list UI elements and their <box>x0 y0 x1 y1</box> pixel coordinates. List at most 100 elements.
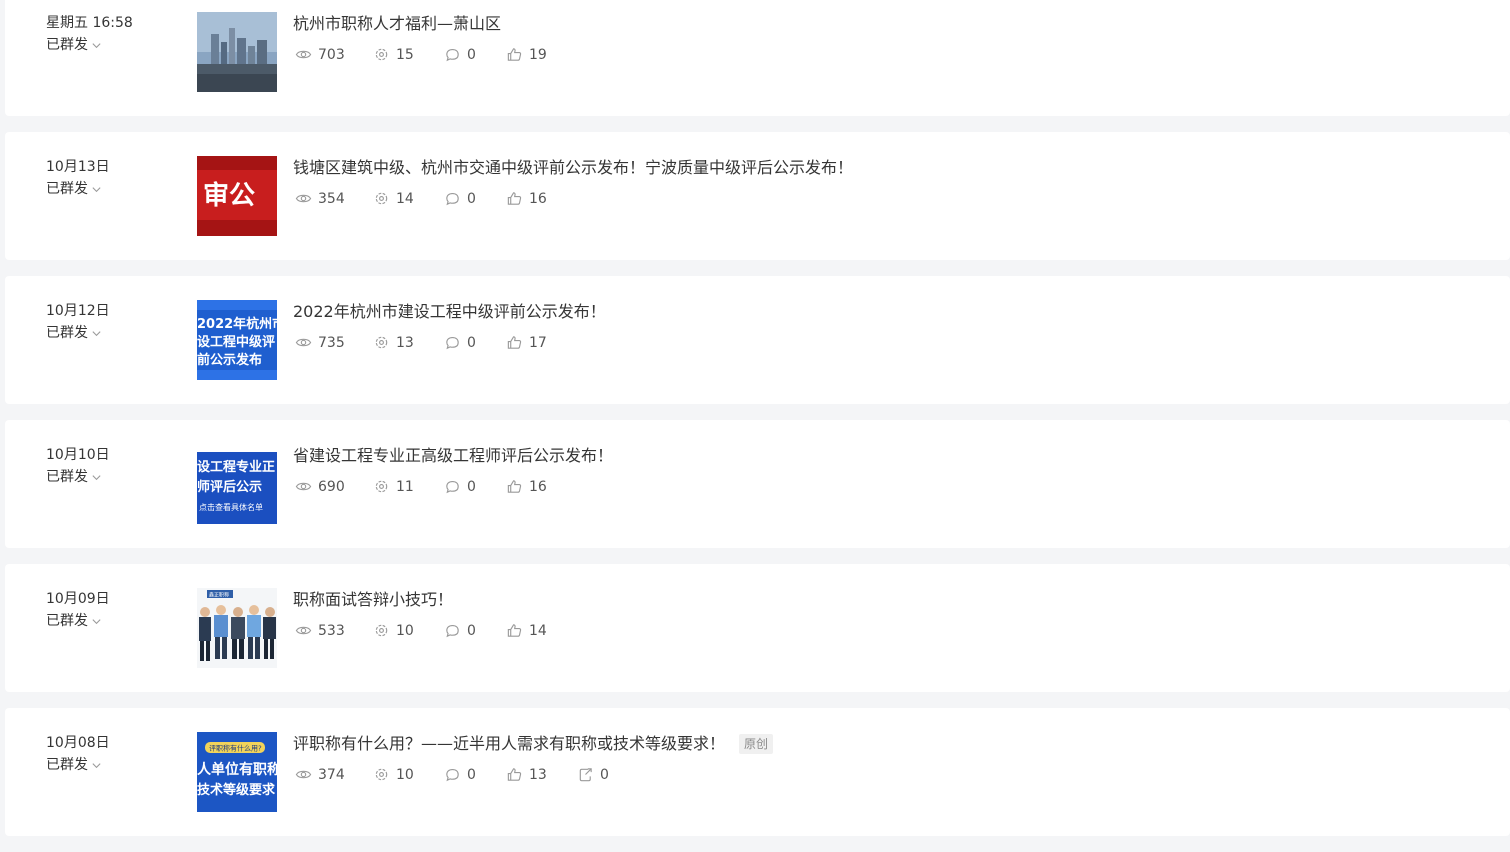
article-stats: 690 11 0 16 <box>295 478 577 495</box>
stat-likes: 19 <box>506 46 577 63</box>
thumbnail-text: 前公示发布 <box>197 352 262 368</box>
share-gear-icon <box>375 768 388 781</box>
shares-count: 15 <box>396 46 414 63</box>
comments-count: 0 <box>467 478 476 495</box>
stat-shares: 10 <box>373 766 444 783</box>
article-stats: 533 10 0 14 <box>295 622 577 639</box>
stat-shares: 13 <box>373 334 444 351</box>
stat-comments: 0 <box>444 766 506 783</box>
likes-count: 13 <box>529 766 547 783</box>
publish-status[interactable]: 已群发 <box>46 180 102 198</box>
article-stats: 354 14 0 16 <box>295 190 577 207</box>
chevron-down-icon <box>92 618 101 624</box>
status-label: 已群发 <box>46 37 88 53</box>
stat-comments: 0 <box>444 190 506 207</box>
eye-icon <box>295 50 312 59</box>
article-title[interactable]: 杭州市职称人才福利—萧山区 <box>293 13 501 35</box>
thumb-up-icon <box>507 768 522 781</box>
stat-views: 354 <box>295 190 373 207</box>
article-stats: 703 15 0 19 <box>295 46 577 63</box>
article-thumbnail[interactable]: 设工程专业正 师评后公示 点击查看具体名单 <box>197 444 277 524</box>
comments-count: 0 <box>467 190 476 207</box>
likes-count: 16 <box>529 190 547 207</box>
thumbnail-text: 2022年杭州市 <box>197 316 277 332</box>
share-gear-icon <box>375 480 388 493</box>
views-count: 703 <box>318 46 345 63</box>
article-card[interactable]: 10月13日 已群发 审公 钱塘区建筑中级、杭州市交通中级评前公示发布！宁波质量… <box>5 132 1510 260</box>
likes-count: 14 <box>529 622 547 639</box>
article-title[interactable]: 职称面试答辩小技巧！ <box>293 589 453 611</box>
stat-forwards: 0 <box>577 766 617 783</box>
article-stats: 374 10 0 13 0 <box>295 766 617 783</box>
views-count: 374 <box>318 766 345 783</box>
article-title[interactable]: 钱塘区建筑中级、杭州市交通中级评前公示发布！宁波质量中级评后公示发布！ <box>293 157 853 179</box>
publish-status[interactable]: 已群发 <box>46 612 102 630</box>
views-count: 354 <box>318 190 345 207</box>
eye-icon <box>295 194 312 203</box>
publish-date: 10月13日 <box>46 159 110 175</box>
article-thumbnail[interactable]: 2022年杭州市 设工程中级评 前公示发布 <box>197 300 277 380</box>
comments-count: 0 <box>467 622 476 639</box>
eye-icon <box>295 338 312 347</box>
eye-icon <box>295 482 312 491</box>
thumbnail-text: 鑫正职称 <box>209 592 229 599</box>
thumbnail-text: 师评后公示 <box>197 479 262 495</box>
stat-likes: 16 <box>506 478 577 495</box>
shares-count: 11 <box>396 478 414 495</box>
thumb-up-icon <box>507 192 522 205</box>
shares-count: 13 <box>396 334 414 351</box>
thumbnail-text: 评职称有什么用? <box>209 744 262 753</box>
stat-likes: 14 <box>506 622 577 639</box>
article-thumbnail[interactable]: 评职称有什么用? 人单位有职称 技术等级要求 <box>197 732 277 812</box>
publish-status[interactable]: 已群发 <box>46 756 102 774</box>
publish-date: 10月12日 <box>46 303 110 319</box>
article-card[interactable]: 星期五 16:58 已群发 杭州市职称人才福利—萧山区 703 15 0 19 <box>5 0 1510 116</box>
stat-shares: 14 <box>373 190 444 207</box>
views-count: 690 <box>318 478 345 495</box>
article-title[interactable]: 评职称有什么用？——近半用人需求有职称或技术等级要求！ <box>293 733 725 755</box>
stat-comments: 0 <box>444 334 506 351</box>
stat-shares: 15 <box>373 46 444 63</box>
forwards-count: 0 <box>600 766 609 783</box>
comment-icon <box>446 625 459 638</box>
article-card[interactable]: 10月10日 已群发 设工程专业正 师评后公示 点击查看具体名单 省建设工程专业… <box>5 420 1510 548</box>
article-card[interactable]: 10月09日 已群发 鑫正职称 职称面试答辩小技巧！ 533 10 0 14 <box>5 564 1510 692</box>
likes-count: 16 <box>529 478 547 495</box>
share-gear-icon <box>375 336 388 349</box>
likes-count: 19 <box>529 46 547 63</box>
shares-count: 10 <box>396 622 414 639</box>
stat-comments: 0 <box>444 478 506 495</box>
article-thumbnail[interactable] <box>197 12 277 92</box>
comment-icon <box>446 337 459 350</box>
publish-status[interactable]: 已群发 <box>46 468 102 486</box>
thumbnail-text: 审公 <box>203 180 255 211</box>
article-title[interactable]: 省建设工程专业正高级工程师评后公示发布！ <box>293 445 613 467</box>
article-card[interactable]: 10月12日 已群发 2022年杭州市 设工程中级评 前公示发布 2022年杭州… <box>5 276 1510 404</box>
status-label: 已群发 <box>46 757 88 773</box>
thumb-up-icon <box>507 336 522 349</box>
comment-icon <box>446 769 459 782</box>
publish-date: 10月10日 <box>46 447 110 463</box>
publish-status[interactable]: 已群发 <box>46 36 102 54</box>
article-thumbnail[interactable]: 审公 <box>197 156 277 236</box>
chevron-down-icon <box>92 762 101 768</box>
article-thumbnail[interactable]: 鑫正职称 <box>197 588 277 668</box>
comments-count: 0 <box>467 766 476 783</box>
publish-status[interactable]: 已群发 <box>46 324 102 342</box>
article-card[interactable]: 10月08日 已群发 评职称有什么用? 人单位有职称 技术等级要求 评职称有什么… <box>5 708 1510 836</box>
forward-icon <box>579 768 592 782</box>
eye-icon <box>295 770 312 779</box>
comments-count: 0 <box>467 46 476 63</box>
article-stats: 735 13 0 17 <box>295 334 577 351</box>
thumbnail-text: 设工程中级评 <box>197 334 275 350</box>
stat-likes: 13 <box>506 766 577 783</box>
stat-comments: 0 <box>444 46 506 63</box>
stat-views: 690 <box>295 478 373 495</box>
thumbnail-text: 人单位有职称 <box>197 761 277 778</box>
article-title[interactable]: 2022年杭州市建设工程中级评前公示发布！ <box>293 301 606 323</box>
status-label: 已群发 <box>46 181 88 197</box>
share-gear-icon <box>375 624 388 637</box>
stat-shares: 10 <box>373 622 444 639</box>
stat-views: 735 <box>295 334 373 351</box>
chevron-down-icon <box>92 330 101 336</box>
